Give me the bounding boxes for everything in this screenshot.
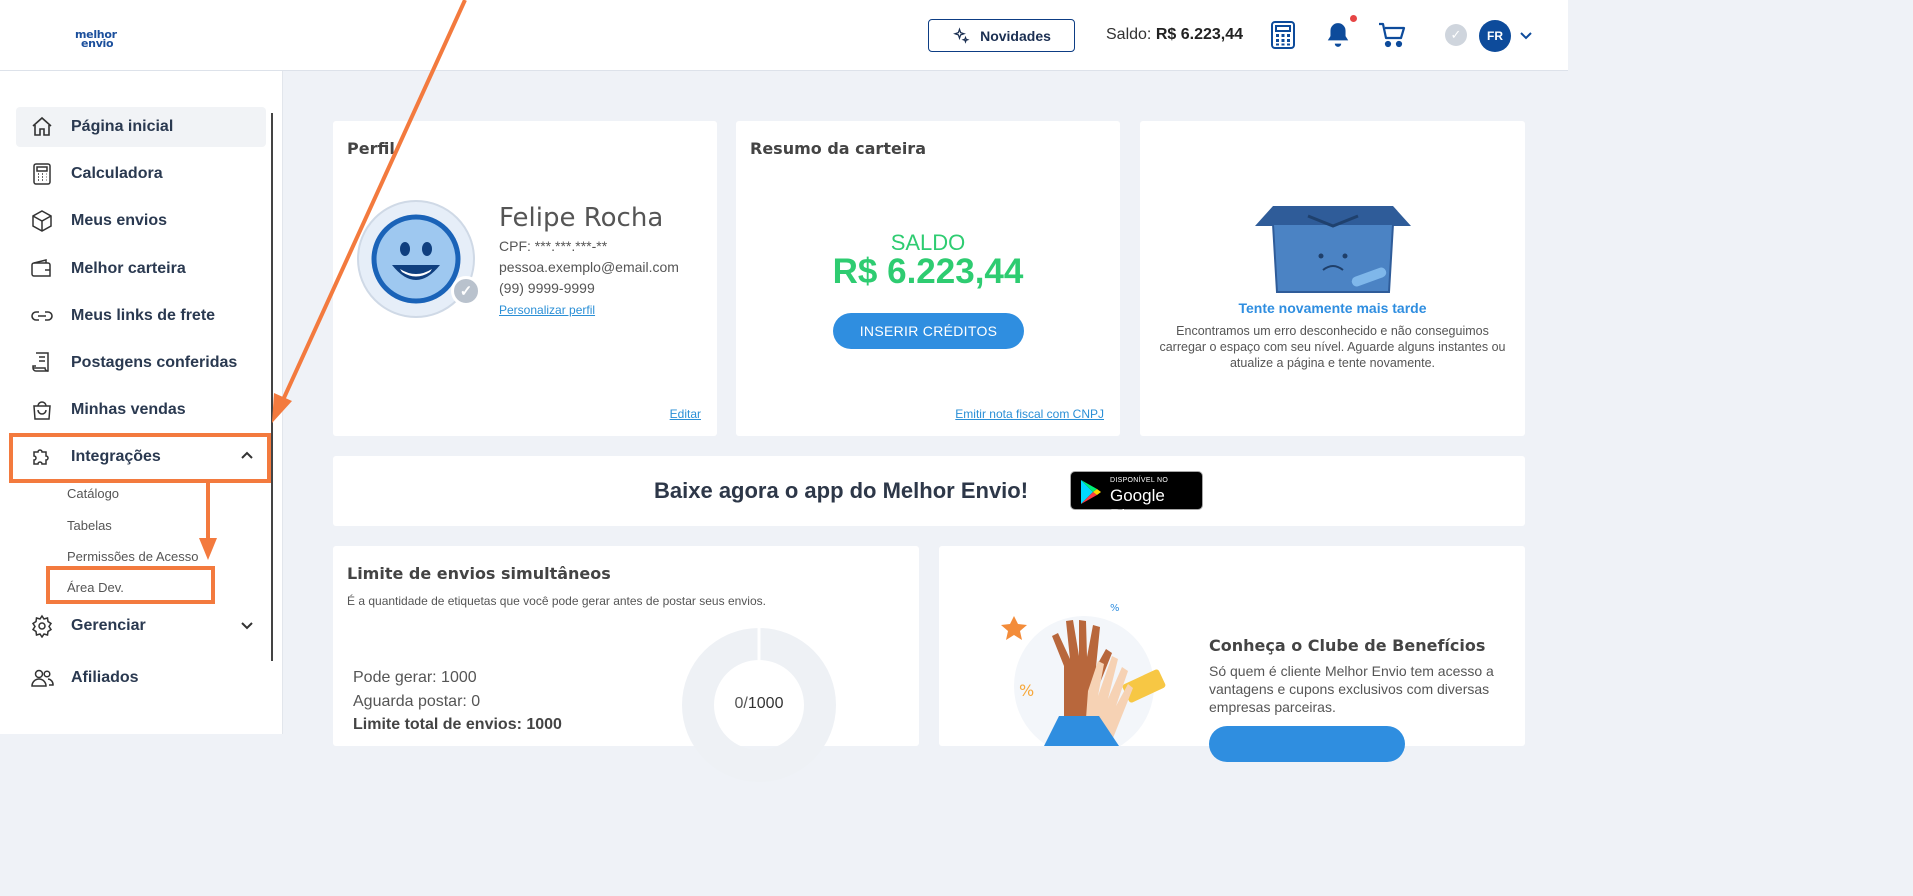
arrowhead-integracoes xyxy=(272,393,292,423)
arrowhead-area-dev xyxy=(199,538,217,560)
arrow-to-integracoes xyxy=(281,0,467,401)
annotation-arrows xyxy=(199,0,467,560)
